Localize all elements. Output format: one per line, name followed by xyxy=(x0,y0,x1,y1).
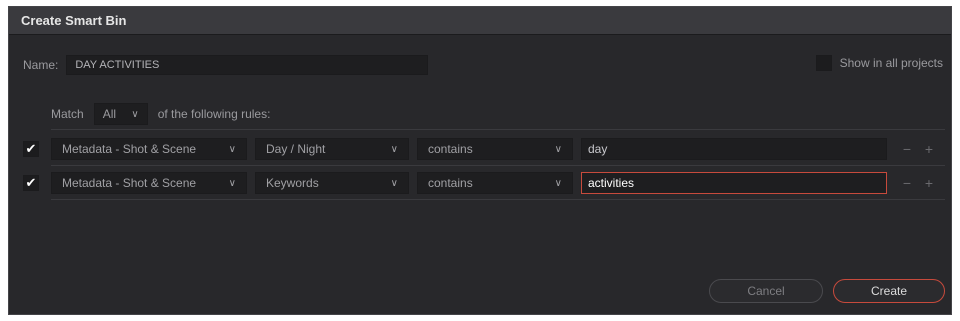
rule-1-field-dropdown[interactable]: Day / Night ∨ xyxy=(255,138,409,160)
add-rule-icon[interactable]: + xyxy=(921,141,937,157)
match-label: Match xyxy=(51,107,84,121)
match-dropdown-value: All xyxy=(102,107,117,121)
rule-1-category-dropdown[interactable]: Metadata - Shot & Scene ∨ xyxy=(51,138,247,160)
checkmark-icon: ✔ xyxy=(25,175,37,190)
divider xyxy=(51,129,945,130)
rule-1-operator-value: contains xyxy=(428,142,473,156)
rule-2-field-dropdown[interactable]: Keywords ∨ xyxy=(255,172,409,194)
chevron-down-icon: ∨ xyxy=(390,143,398,155)
rule-row: ✔ Metadata - Shot & Scene ∨ Keywords ∨ c… xyxy=(23,171,945,195)
rule-2-operator-dropdown[interactable]: contains ∨ xyxy=(417,172,573,194)
remove-rule-icon[interactable]: − xyxy=(899,175,915,191)
rule-2-category-value: Metadata - Shot & Scene xyxy=(62,176,197,190)
rule-row: ✔ Metadata - Shot & Scene ∨ Day / Night … xyxy=(23,137,945,161)
chevron-down-icon: ∨ xyxy=(228,177,236,189)
name-label: Name: xyxy=(23,58,59,72)
remove-rule-icon[interactable]: − xyxy=(899,141,915,157)
show-in-all-projects-checkbox[interactable] xyxy=(815,55,832,71)
dialog-titlebar: Create Smart Bin xyxy=(9,7,951,35)
dialog-title: Create Smart Bin xyxy=(21,13,127,28)
rule-2-operator-value: contains xyxy=(428,176,473,190)
rule-1-checkbox[interactable]: ✔ xyxy=(23,141,39,157)
checkmark-icon: ✔ xyxy=(25,141,37,156)
rule-2-field-value: Keywords xyxy=(266,176,319,190)
add-rule-icon[interactable]: + xyxy=(921,175,937,191)
rule-1-field-value: Day / Night xyxy=(266,142,326,156)
divider xyxy=(51,165,945,166)
show-in-all-projects[interactable]: Show in all projects xyxy=(815,55,943,71)
chevron-down-icon: ∨ xyxy=(390,177,398,189)
match-dropdown[interactable]: All ∨ xyxy=(93,103,148,125)
rule-1-value-input[interactable] xyxy=(581,138,887,160)
chevron-down-icon: ∨ xyxy=(131,108,139,120)
chevron-down-icon: ∨ xyxy=(554,143,562,155)
create-button[interactable]: Create xyxy=(833,279,945,303)
rule-1-operator-dropdown[interactable]: contains ∨ xyxy=(417,138,573,160)
match-suffix-label: of the following rules: xyxy=(157,107,271,121)
rule-2-value-input[interactable] xyxy=(581,172,887,194)
rule-1-category-value: Metadata - Shot & Scene xyxy=(62,142,197,156)
rule-2-checkbox[interactable]: ✔ xyxy=(23,175,39,191)
match-row: Match All ∨ of the following rules: xyxy=(51,103,270,125)
create-smart-bin-dialog: Create Smart Bin Name: Show in all proje… xyxy=(8,6,952,315)
show-in-all-projects-label: Show in all projects xyxy=(839,56,943,70)
name-input[interactable] xyxy=(66,55,429,75)
chevron-down-icon: ∨ xyxy=(554,177,562,189)
rule-2-category-dropdown[interactable]: Metadata - Shot & Scene ∨ xyxy=(51,172,247,194)
cancel-button[interactable]: Cancel xyxy=(709,279,823,303)
chevron-down-icon: ∨ xyxy=(228,143,236,155)
name-row: Name: xyxy=(23,55,429,75)
divider xyxy=(51,199,945,200)
